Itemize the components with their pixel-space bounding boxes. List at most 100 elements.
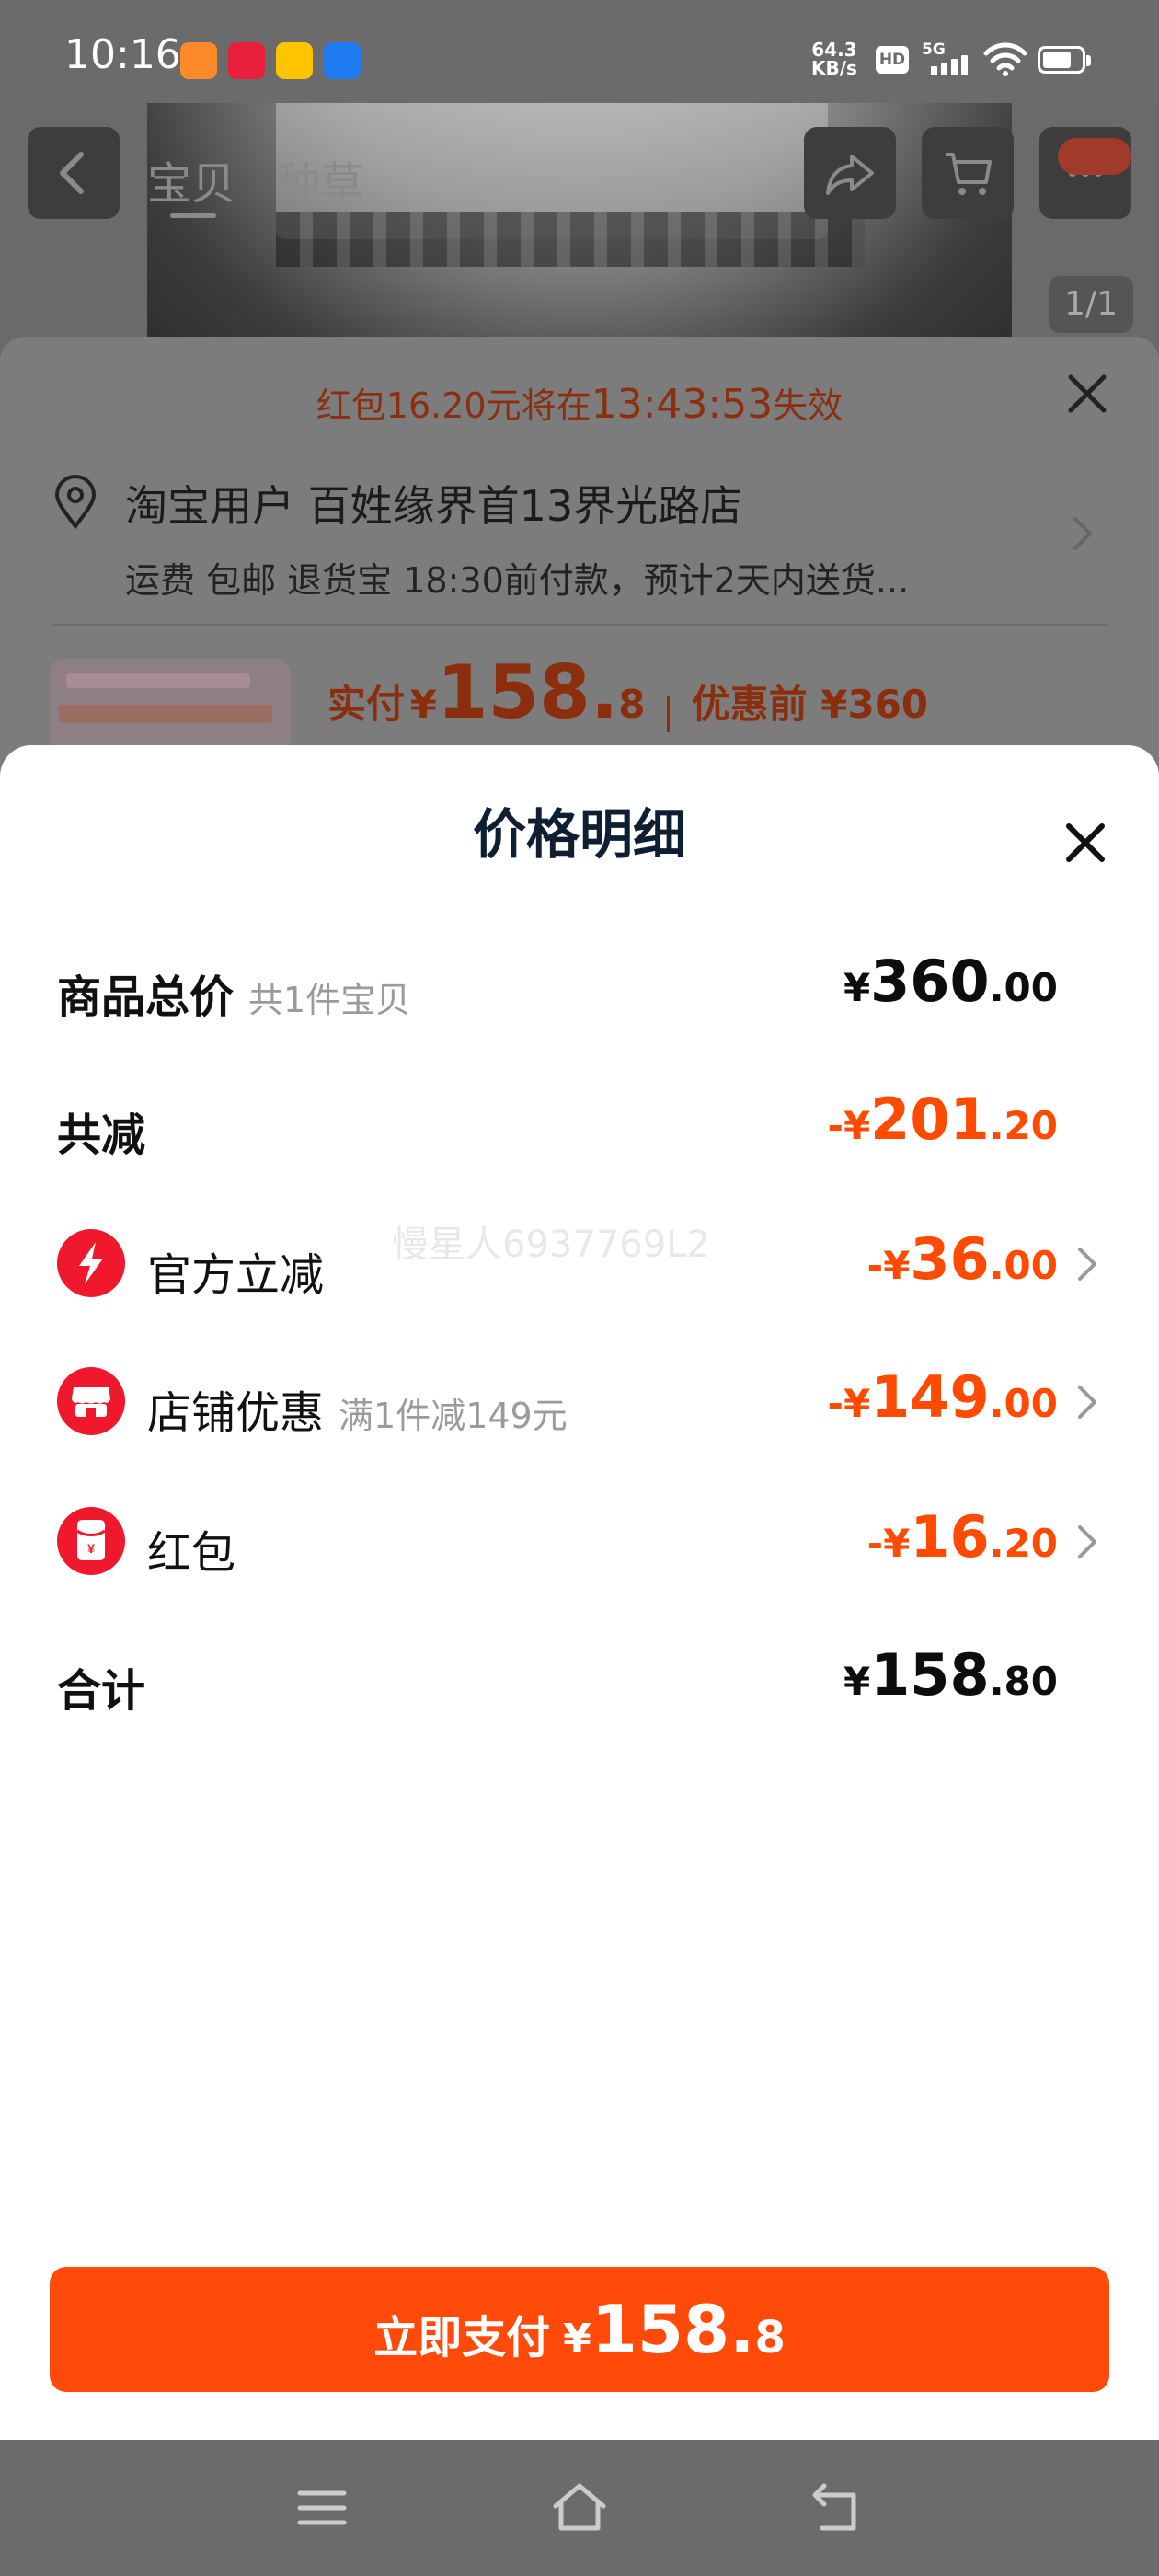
row-amount: ¥360.00 xyxy=(843,948,1058,1015)
tab-baobei[interactable]: 宝贝 xyxy=(147,147,235,212)
amount-currency: ¥ xyxy=(843,965,871,1010)
price-row-discount-total: 共减 -¥201.20 xyxy=(0,1076,1159,1168)
menu-icon[interactable] xyxy=(294,2480,350,2536)
amount-dec: .20 xyxy=(989,1521,1058,1566)
hd-badge: HD xyxy=(876,46,909,74)
pay-amount-dec: 8 xyxy=(618,682,646,727)
chevron-right-icon[interactable] xyxy=(1072,515,1094,552)
row-amount: -¥16.20 xyxy=(867,1503,1058,1570)
before-discount-price: 优惠前 ¥360 xyxy=(691,682,929,727)
home-icon[interactable] xyxy=(550,2480,609,2536)
svg-text:¥: ¥ xyxy=(87,1541,95,1556)
back-icon xyxy=(60,152,84,194)
cart-icon xyxy=(946,153,992,195)
price-row-grand-total: 合计 ¥158.80 xyxy=(0,1632,1159,1724)
amount-int: 201 xyxy=(870,1086,990,1153)
feishu-icon xyxy=(324,42,361,79)
row-amount: -¥149.00 xyxy=(828,1363,1058,1431)
status-time: 10:16 xyxy=(64,31,181,78)
pay-button-amount-dec: 8 xyxy=(754,2312,786,2363)
row-label: 店铺优惠 满1件减149元 xyxy=(147,1376,568,1441)
xiaohongshu-icon xyxy=(228,42,265,79)
share-icon xyxy=(826,155,874,195)
pay-now-button[interactable]: 立即支付 ¥158.8 xyxy=(50,2267,1109,2392)
amount-int: 360 xyxy=(870,948,990,1015)
battery-tip xyxy=(1086,55,1091,66)
store-name[interactable]: 淘宝用户 百姓缘界首13界光路店 xyxy=(125,473,742,534)
battery-icon xyxy=(1038,46,1085,74)
store-icon xyxy=(57,1367,125,1435)
row-label: 共减 xyxy=(57,1110,146,1161)
pay-currency: ¥ xyxy=(409,682,437,727)
amount-int: 149 xyxy=(870,1363,990,1431)
row-label-text: 商品总价 xyxy=(57,972,235,1023)
row-label: 商品总价 共1件宝贝 xyxy=(57,960,410,1025)
thumbnail-label xyxy=(66,673,250,688)
net-speed-value: 64.3 xyxy=(811,39,857,61)
amount-dec: .00 xyxy=(989,1381,1058,1426)
pay-amount-int: 158. xyxy=(436,650,619,735)
status-bar: 10:16 64.3 KB/s HD 5G xyxy=(0,0,1159,103)
meituan-icon xyxy=(276,42,313,79)
net-speed-unit: KB/s xyxy=(811,57,857,79)
row-label: 官方立减 xyxy=(147,1249,325,1301)
pay-label: 实付 xyxy=(327,682,406,727)
tab-zhongcao[interactable]: 种草 xyxy=(276,147,364,212)
back-button[interactable] xyxy=(28,127,120,219)
redpacket-countdown: 红包16.20元将在13:43:53失效 xyxy=(0,377,1159,428)
amount-dec: .20 xyxy=(989,1103,1058,1148)
thumbnail-banner xyxy=(59,705,272,723)
row-sub: 共1件宝贝 xyxy=(248,980,411,1020)
pay-summary: 实付 ¥158.8 优惠前 ¥360 xyxy=(327,650,928,735)
image-counter: 1/1 xyxy=(1049,276,1133,333)
wifi-icon xyxy=(983,42,1027,76)
share-button[interactable] xyxy=(804,127,896,219)
countdown-prefix: 红包16.20元将在 xyxy=(316,385,591,426)
price-row-red-envelope[interactable]: ¥ 红包 -¥16.20 xyxy=(0,1494,1159,1586)
pay-button-amount-int: 158. xyxy=(591,2291,755,2368)
countdown-suffix: 失效 xyxy=(773,385,843,426)
amount-currency: -¥ xyxy=(866,1243,911,1288)
delivery-info: 运费 包邮 退货宝 18:30前付款，预计2天内送货... xyxy=(125,560,910,601)
row-amount: -¥201.20 xyxy=(828,1086,1058,1153)
divider xyxy=(52,624,1109,626)
pay-button-currency: ¥ xyxy=(563,2316,591,2363)
amount-dec: .80 xyxy=(989,1659,1058,1704)
network-type: 5G xyxy=(922,40,946,59)
row-amount: ¥158.80 xyxy=(843,1641,1058,1708)
message-badge xyxy=(1058,138,1131,175)
price-row-total: 商品总价 共1件宝贝 ¥360.00 xyxy=(0,938,1159,1030)
amount-int: 36 xyxy=(910,1225,990,1293)
amount-int: 158 xyxy=(870,1641,990,1708)
separator xyxy=(667,695,671,732)
row-label: 合计 xyxy=(57,1665,146,1717)
system-nav-bar xyxy=(0,2440,1159,2576)
chevron-right-icon[interactable] xyxy=(1076,1246,1098,1282)
return-icon[interactable] xyxy=(809,2480,865,2536)
amount-currency: ¥ xyxy=(843,1659,871,1704)
chevron-right-icon[interactable] xyxy=(1076,1384,1098,1420)
lightning-icon xyxy=(57,1229,125,1297)
location-pin-icon xyxy=(54,475,97,530)
price-detail-modal: 价格明细 商品总价 共1件宝贝 ¥360.00 共减 -¥201.20 官方立减 … xyxy=(0,745,1159,2440)
net-speed: 64.3 KB/s xyxy=(811,40,857,77)
row-sub: 满1件减149元 xyxy=(339,1396,568,1436)
watermark: 慢星人6937769L2 xyxy=(392,1224,710,1266)
countdown-time: 13:43:53 xyxy=(591,381,774,428)
signal-icon: 5G xyxy=(922,40,977,79)
cart-button[interactable] xyxy=(922,127,1014,219)
modal-title: 价格明细 xyxy=(472,803,686,866)
red-envelope-icon: ¥ xyxy=(57,1507,125,1575)
close-icon[interactable] xyxy=(1065,372,1109,416)
product-bottle-ridges xyxy=(276,212,865,267)
amount-int: 16 xyxy=(910,1503,990,1570)
close-icon[interactable] xyxy=(1058,815,1113,870)
row-label: 红包 xyxy=(147,1527,236,1579)
chevron-right-icon[interactable] xyxy=(1076,1524,1098,1560)
amount-dec: .00 xyxy=(989,965,1058,1010)
amount-currency: -¥ xyxy=(827,1381,871,1426)
amount-currency: -¥ xyxy=(827,1103,871,1148)
row-amount: -¥36.00 xyxy=(867,1225,1058,1293)
tab-underline xyxy=(170,213,216,218)
price-row-store-discount[interactable]: 店铺优惠 满1件减149元 -¥149.00 xyxy=(0,1354,1159,1446)
